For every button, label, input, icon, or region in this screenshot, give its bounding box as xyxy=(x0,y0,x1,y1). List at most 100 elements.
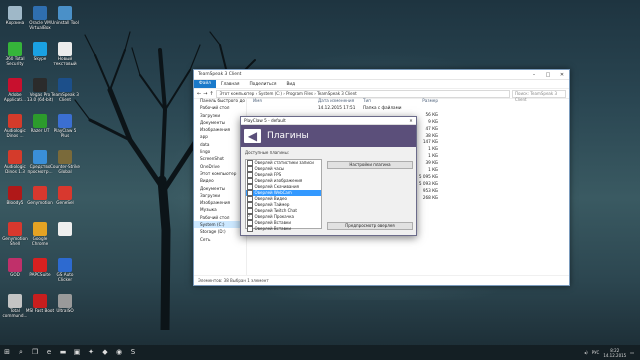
file-type: Папка с файлами xyxy=(363,105,402,110)
nav-item[interactable]: System (C:) xyxy=(194,221,246,229)
nav-item[interactable]: Изображения xyxy=(194,199,246,206)
back-arrow-icon[interactable]: ◀ xyxy=(244,129,261,143)
ribbon-tabs: Файл Главная Поделиться Вид xyxy=(194,80,569,89)
desktop-icon[interactable]: GeneSel xyxy=(50,186,80,206)
desktop-icon[interactable]: TeamSpeak 3 Client xyxy=(50,78,80,103)
chrome-icon[interactable]: ◉ xyxy=(112,345,126,360)
desktop-icon[interactable]: PlayClaw 5 Plus xyxy=(50,114,80,139)
plugin-item[interactable]: Оверлей Вставки xyxy=(246,226,321,232)
notifications-icon[interactable]: ▭ xyxy=(630,350,634,355)
app-icon xyxy=(33,150,47,164)
nav-item[interactable]: Документы xyxy=(194,119,246,126)
nav-item[interactable]: Загрузки xyxy=(194,192,246,199)
app-icon xyxy=(58,150,72,164)
ribbon-tab-file[interactable]: Файл xyxy=(194,80,216,88)
plugin-checkbox[interactable] xyxy=(247,160,253,166)
nav-item[interactable]: Storage (D:) xyxy=(194,228,246,235)
plugin-settings-button[interactable]: Настройки плагина xyxy=(327,161,413,169)
volume-icon[interactable]: ◂) xyxy=(584,350,588,355)
taskbar-apps: ⊞ ⌕ ❐ e ▬ ▣ ✦ ◆ ◉ S xyxy=(0,345,140,360)
plugin-checkbox[interactable] xyxy=(247,166,253,172)
desktop-icon-label: PlayClaw 5 Plus xyxy=(53,128,77,138)
start-icon[interactable]: ⊞ xyxy=(0,345,14,360)
razer-icon[interactable]: ✦ xyxy=(84,345,98,360)
taskbar: ⊞ ⌕ ❐ e ▬ ▣ ✦ ◆ ◉ S ◂) РУС 8:22 14.12.2015 ▭ xyxy=(0,345,640,360)
edge-icon[interactable]: e xyxy=(42,345,56,360)
app-icon xyxy=(58,258,72,272)
ribbon-tab-share[interactable]: Поделиться xyxy=(244,82,281,87)
plugin-checkbox[interactable] xyxy=(247,172,253,178)
up-arrow-icon[interactable]: ↑ xyxy=(209,91,213,97)
nav-item[interactable]: Сеть xyxy=(194,236,246,243)
column-type[interactable]: Тип xyxy=(363,97,408,105)
nav-item[interactable]: lingo xyxy=(194,148,246,155)
plugin-checkbox[interactable] xyxy=(247,190,253,196)
desktop-icon-label: Uninstall Tool xyxy=(51,20,79,25)
nav-item[interactable]: Рабочий стол xyxy=(194,104,246,111)
nav-item[interactable]: Этот компьютер xyxy=(194,170,246,177)
task-view-icon[interactable]: ❐ xyxy=(28,345,42,360)
table-row[interactable]: 14.12.2015 17:51 Папка с файлами xyxy=(247,105,569,112)
file-size xyxy=(408,105,438,112)
minimize-icon[interactable]: – xyxy=(527,72,541,78)
nav-item[interactable]: ScreenShot xyxy=(194,155,246,162)
desktop-icon[interactable]: Counter-Strike Global xyxy=(50,150,80,175)
nav-item[interactable]: Панель быстрого до xyxy=(194,97,246,104)
plugin-checkbox[interactable] xyxy=(247,208,253,214)
dialog-close-icon[interactable]: ✕ xyxy=(406,118,416,123)
nav-item[interactable]: Рабочий стол xyxy=(194,214,246,221)
file-date: 14.12.2015 17:51 xyxy=(318,105,356,110)
column-size[interactable]: Размер xyxy=(408,97,438,105)
plugin-checkbox[interactable] xyxy=(247,226,253,232)
plugin-list: Оверлей статистики записи Оверлей часы Ове… xyxy=(245,159,322,232)
system-tray: ◂) РУС 8:22 14.12.2015 ▭ xyxy=(584,348,640,358)
desktop-icon[interactable]: UltraISO xyxy=(50,294,80,314)
desktop-icon-label: GS Auto Clicker xyxy=(56,272,74,282)
desktop-icon[interactable]: Uninstall Tool xyxy=(50,6,80,26)
plugin-checkbox[interactable]: ✓ xyxy=(247,214,253,220)
desktop-icon[interactable] xyxy=(50,222,80,237)
store-icon[interactable]: ▣ xyxy=(70,345,84,360)
app-icon xyxy=(58,6,72,20)
column-name[interactable]: Имя xyxy=(247,97,318,105)
plugin-checkbox[interactable] xyxy=(247,178,253,184)
plugin-checkbox[interactable] xyxy=(247,196,253,202)
explorer-titlebar[interactable]: TeamSpeak 3 Client – □ ✕ xyxy=(194,70,569,80)
ribbon-tab-home[interactable]: Главная xyxy=(216,82,245,87)
back-arrow-icon[interactable]: ← xyxy=(197,91,201,97)
app-icon xyxy=(58,186,72,200)
plugin-label: Оверлей Вставки xyxy=(254,226,292,231)
app-icon xyxy=(33,114,47,128)
playclaw-icon[interactable]: ◆ xyxy=(98,345,112,360)
nav-item[interactable]: data xyxy=(194,141,246,148)
skype-icon[interactable]: S xyxy=(126,345,140,360)
nav-item[interactable]: Видео xyxy=(194,177,246,184)
dialog-titlebar[interactable]: PlayClaw 5 - default ✕ xyxy=(241,117,416,125)
overlay-preview-button[interactable]: Предпросмотр оверлея xyxy=(327,222,413,230)
language-indicator[interactable]: РУС xyxy=(592,350,600,355)
app-icon xyxy=(8,294,22,308)
nav-item[interactable]: Загрузки xyxy=(194,112,246,119)
nav-item[interactable]: OneDrive xyxy=(194,163,246,170)
nav-item[interactable]: Музыка xyxy=(194,206,246,213)
search-icon[interactable]: ⌕ xyxy=(14,345,28,360)
close-icon[interactable]: ✕ xyxy=(555,72,569,78)
desktop-icon-label: GeneSel xyxy=(56,200,74,205)
plugin-checkbox[interactable] xyxy=(247,220,253,226)
nav-item[interactable]: Изображения xyxy=(194,126,246,133)
explorer-icon[interactable]: ▬ xyxy=(56,345,70,360)
desktop-icon[interactable]: GS Auto Clicker xyxy=(50,258,80,283)
app-icon xyxy=(33,258,47,272)
ribbon-tab-view[interactable]: Вид xyxy=(281,82,300,87)
column-date[interactable]: Дата изменения xyxy=(318,97,363,105)
explorer-title: TeamSpeak 3 Client xyxy=(198,72,242,77)
desktop-icon[interactable]: Новый текстовый xyxy=(50,42,80,67)
app-icon xyxy=(8,114,22,128)
plugin-checkbox[interactable] xyxy=(247,184,253,190)
clock[interactable]: 8:22 14.12.2015 xyxy=(603,348,626,358)
forward-arrow-icon[interactable]: → xyxy=(203,91,207,97)
maximize-icon[interactable]: □ xyxy=(541,72,555,78)
nav-item[interactable]: Документы xyxy=(194,185,246,192)
plugin-checkbox[interactable] xyxy=(247,202,253,208)
nav-item[interactable]: app xyxy=(194,133,246,140)
